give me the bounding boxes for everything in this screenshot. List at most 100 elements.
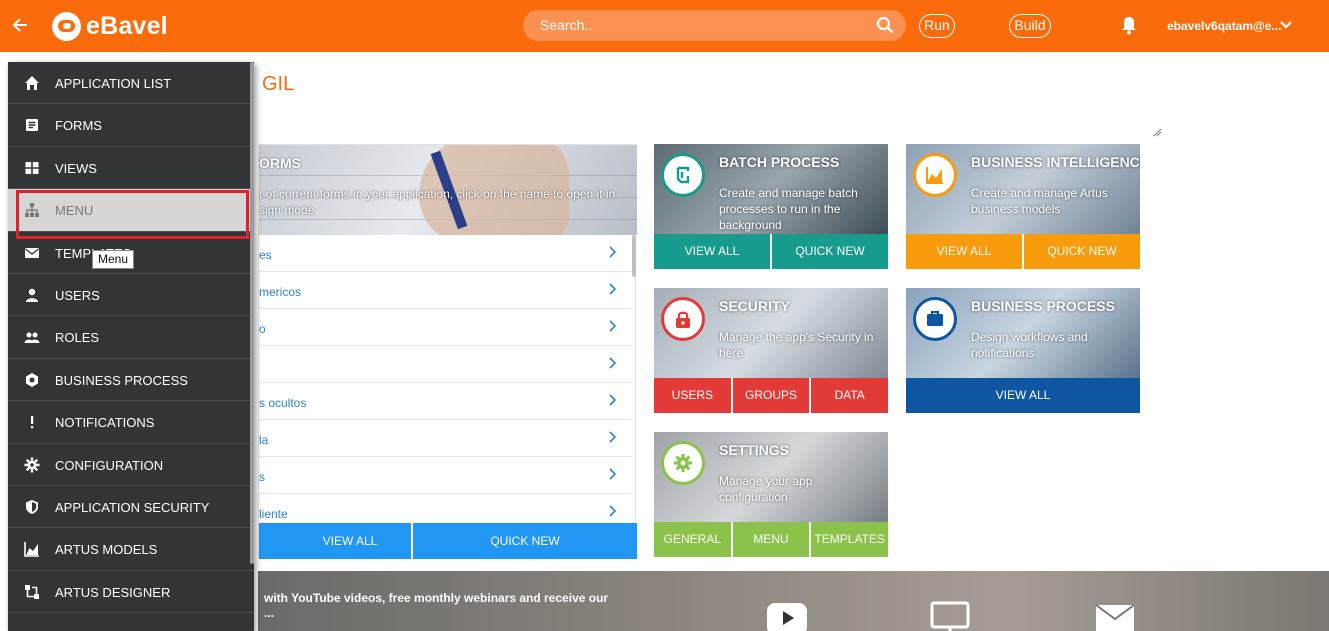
user-menu[interactable]: ebavelv6qatam@e... xyxy=(1167,19,1281,33)
menu-item-label: ROLES xyxy=(55,330,100,346)
settings-title: SETTINGS xyxy=(719,442,790,458)
chevron-down-icon[interactable] xyxy=(1279,19,1293,31)
chevron-right-icon[interactable] xyxy=(608,394,617,406)
webinar-icon[interactable] xyxy=(929,601,971,631)
search-input[interactable]: Search.. xyxy=(540,17,592,33)
menu-item-artus-models[interactable]: ARTUS MODELS xyxy=(8,528,254,571)
youtube-icon[interactable] xyxy=(766,601,808,631)
list-item[interactable]: la xyxy=(259,420,631,457)
chevron-right-icon[interactable] xyxy=(608,320,617,332)
forms-header-image: ORMS t of current forms in your applicat… xyxy=(259,145,637,235)
chevron-right-icon[interactable] xyxy=(608,468,617,480)
security-image: SECURITY Manage the app's Security in he… xyxy=(654,288,888,378)
list-item[interactable]: es xyxy=(259,235,631,272)
settings-templates-button[interactable]: TEMPLATES xyxy=(811,522,888,557)
forms-card: ORMS t of current forms in your applicat… xyxy=(258,144,637,559)
lock-icon xyxy=(661,297,705,341)
chevron-right-icon[interactable] xyxy=(608,505,617,517)
bi-quick-new-button[interactable]: QUICK NEW xyxy=(1024,234,1140,269)
search-box[interactable]: Search.. xyxy=(523,10,906,41)
resize-handle-icon[interactable] xyxy=(1153,128,1162,137)
menu-item-application-security[interactable]: APPLICATION SECURITY xyxy=(8,486,254,529)
security-users-button[interactable]: USERS xyxy=(654,378,733,413)
menu-item-label: CONFIGURATION xyxy=(55,457,164,473)
settings-general-button[interactable]: GENERAL xyxy=(654,522,733,557)
business-intelligence-image: BUSINESS INTELLIGENCE Create and manage … xyxy=(906,144,1140,234)
security-title: SECURITY xyxy=(719,298,790,314)
gear-icon xyxy=(661,441,705,485)
back-arrow-icon[interactable] xyxy=(11,14,31,36)
bp-view-all-button[interactable]: VIEW ALL xyxy=(906,378,1140,413)
menu-item-forms[interactable]: FORMS xyxy=(8,104,254,147)
settings-description: Manage your app configuration xyxy=(719,474,813,504)
menu-item-artus-designer[interactable]: ARTUS DESIGNER xyxy=(8,571,254,614)
list-item[interactable]: liente xyxy=(259,494,631,525)
list-item-label[interactable]: s ocultos xyxy=(259,396,306,410)
settings-tile: SETTINGS Manage your app configuration G… xyxy=(654,432,888,557)
chevron-right-icon[interactable] xyxy=(608,283,617,295)
business-process-tile: BUSINESS PROCESS Design workflows and no… xyxy=(906,288,1140,413)
batch-view-all-button[interactable]: VIEW ALL xyxy=(654,234,772,269)
bi-view-all-button[interactable]: VIEW ALL xyxy=(906,234,1024,269)
home-icon xyxy=(25,76,39,90)
list-item[interactable]: o xyxy=(259,309,631,346)
list-item-label[interactable]: liente xyxy=(259,507,288,521)
business-process-image: BUSINESS PROCESS Design workflows and no… xyxy=(906,288,1140,378)
list-item-label[interactable]: s xyxy=(259,470,265,484)
list-item[interactable]: s ocultos xyxy=(259,383,631,420)
menu-item-roles[interactable]: ROLES xyxy=(8,316,254,359)
security-groups-button[interactable]: GROUPS xyxy=(732,378,812,413)
area-chart-icon xyxy=(24,542,39,558)
menu-item-business-process[interactable]: BUSINESS PROCESS xyxy=(8,359,254,402)
form-icon xyxy=(26,119,38,132)
forms-quick-new-button[interactable]: QUICK NEW xyxy=(413,523,637,559)
menu-item-label: NOTIFICATIONS xyxy=(55,415,155,431)
side-menu: APPLICATION LIST FORMS VIEWS MENU TEMPLA… xyxy=(8,62,254,631)
chevron-right-icon[interactable] xyxy=(608,246,617,258)
app-logo[interactable]: eBavel xyxy=(52,11,168,41)
process-icon xyxy=(26,372,38,387)
menu-item-configuration[interactable]: CONFIGURATION xyxy=(8,444,254,486)
menu-tooltip: Menu xyxy=(92,250,135,269)
list-item[interactable]: mericos xyxy=(259,272,631,309)
chevron-right-icon[interactable] xyxy=(608,431,617,443)
menu-item-users[interactable]: USERS xyxy=(8,274,254,317)
search-icon[interactable] xyxy=(876,16,894,34)
business-intelligence-tile: BUSINESS INTELLIGENCE Create and manage … xyxy=(906,144,1140,269)
batch-quick-new-button[interactable]: QUICK NEW xyxy=(772,234,888,269)
menu-item-views[interactable]: VIEWS xyxy=(8,147,254,190)
bell-icon[interactable] xyxy=(1119,15,1139,35)
user-icon xyxy=(26,288,38,302)
side-menu-scrollbar[interactable] xyxy=(250,62,254,564)
designer-icon xyxy=(25,584,39,599)
list-item[interactable] xyxy=(259,346,631,383)
menu-item-application-list[interactable]: APPLICATION LIST xyxy=(8,62,254,105)
build-button[interactable]: Build xyxy=(1009,14,1051,38)
logo-icon xyxy=(52,11,81,41)
settings-menu-button[interactable]: MENU xyxy=(732,522,812,557)
list-item-label[interactable]: o xyxy=(259,322,266,336)
chevron-right-icon[interactable] xyxy=(608,357,617,369)
forms-view-all-button[interactable]: VIEW ALL xyxy=(259,523,411,559)
learning-banner: with YouTube videos, free monthly webina… xyxy=(258,571,1329,631)
settings-image: SETTINGS Manage your app configuration xyxy=(654,432,888,522)
menu-item-label: VIEWS xyxy=(55,160,97,176)
brand-name: eBavel xyxy=(86,11,168,40)
menu-item-label: FORMS xyxy=(55,118,102,134)
list-item-label[interactable]: es xyxy=(259,248,272,262)
batch-process-image: BATCH PROCESS Create and manage batch pr… xyxy=(654,144,888,234)
forms-scrollbar[interactable] xyxy=(632,235,636,277)
batch-process-description: Create and manage batch processes to run… xyxy=(719,186,858,232)
business-intelligence-description: Create and manage Artus business models xyxy=(971,186,1108,216)
list-item-label[interactable]: la xyxy=(259,433,268,447)
business-process-description: Design workflows and notifications xyxy=(971,330,1088,360)
list-item[interactable]: s xyxy=(259,457,631,494)
page-title: GIL xyxy=(262,73,295,95)
run-button[interactable]: Run xyxy=(919,14,955,38)
mail-icon[interactable] xyxy=(1094,601,1136,631)
security-tile: SECURITY Manage the app's Security in he… xyxy=(654,288,888,413)
exclamation-icon xyxy=(31,416,34,429)
security-data-button[interactable]: DATA xyxy=(811,378,888,413)
menu-item-notifications[interactable]: NOTIFICATIONS xyxy=(8,401,254,444)
list-item-label[interactable]: mericos xyxy=(259,285,301,299)
